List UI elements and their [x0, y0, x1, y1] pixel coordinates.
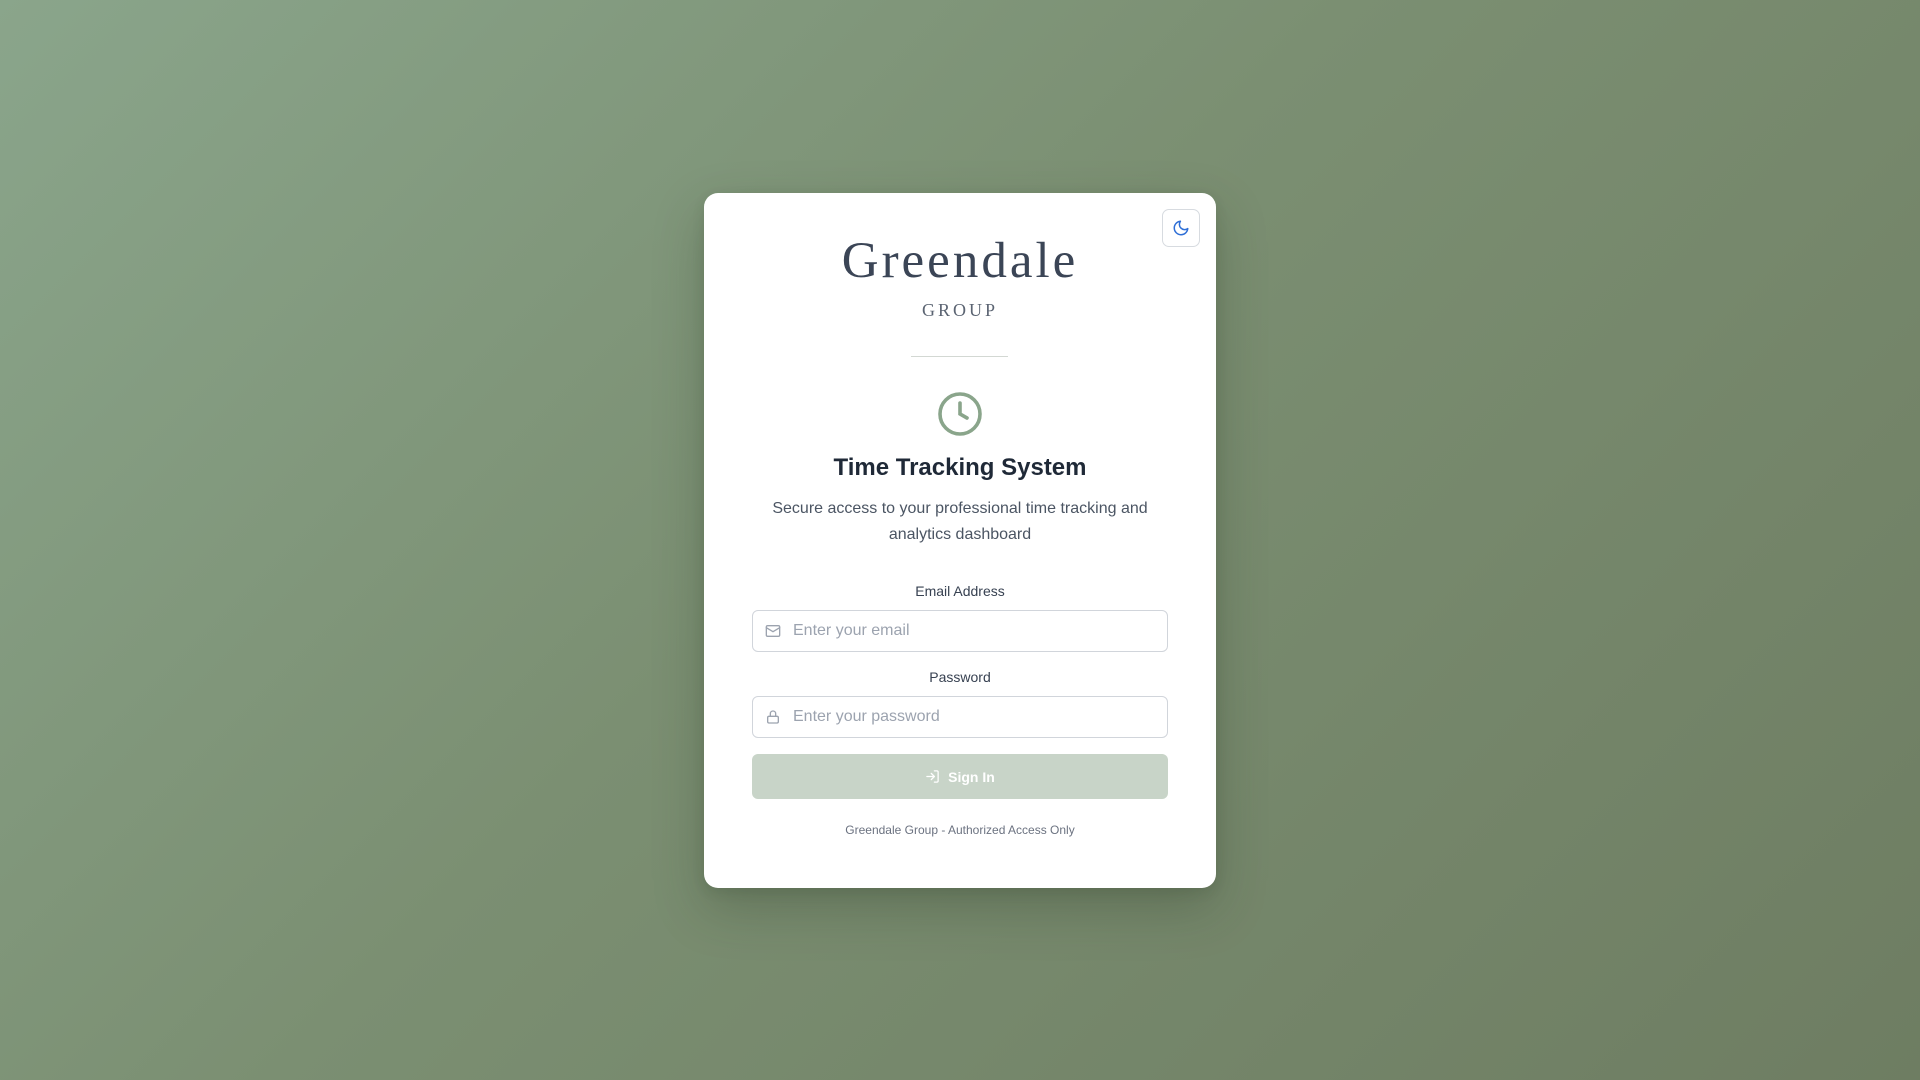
- email-label: Email Address: [915, 583, 1005, 599]
- page-subtitle: Secure access to your professional time …: [772, 500, 1148, 543]
- password-field[interactable]: [793, 697, 1153, 737]
- sign-in-button[interactable]: Sign In: [752, 754, 1168, 799]
- password-field-wrapper: [752, 696, 1168, 738]
- sign-in-label: Sign In: [948, 768, 995, 785]
- lock-icon: [765, 709, 781, 725]
- footer-text: Greendale Group - Authorized Access Only: [845, 823, 1075, 837]
- email-field[interactable]: [793, 611, 1153, 651]
- brand-subtitle: GROUP: [921, 300, 998, 320]
- clock-icon: [937, 391, 983, 437]
- brand-name: Greendale: [841, 233, 1079, 289]
- login-card: Greendale GROUP Time Tracking System Sec…: [704, 193, 1216, 888]
- mail-icon: [765, 623, 781, 639]
- brand-logo: Greendale GROUP: [704, 236, 1216, 321]
- password-label: Password: [929, 669, 991, 685]
- email-field-wrapper: [752, 610, 1168, 652]
- log-in-icon: [925, 769, 940, 784]
- divider: [911, 356, 1008, 357]
- page-title: Time Tracking System: [833, 454, 1087, 481]
- moon-icon: [1172, 219, 1190, 237]
